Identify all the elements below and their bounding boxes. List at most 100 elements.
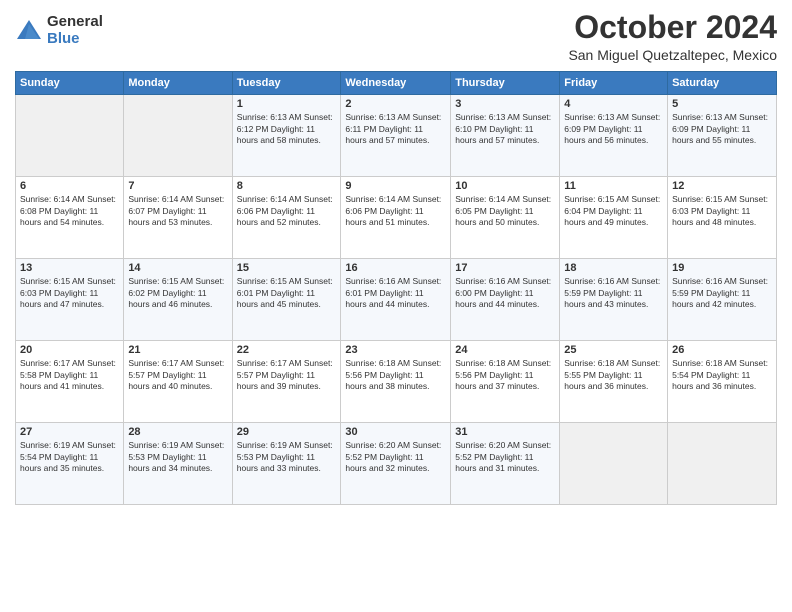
day-number: 4 [564,98,663,110]
header: General Blue October 2024 San Miguel Que… [15,10,777,63]
logo-text: General Blue [47,14,103,47]
day-info: Sunrise: 6:20 AM Sunset: 5:52 PM Dayligh… [345,440,446,474]
day-info: Sunrise: 6:18 AM Sunset: 5:56 PM Dayligh… [455,358,555,392]
day-info: Sunrise: 6:15 AM Sunset: 6:03 PM Dayligh… [20,276,119,310]
calendar-cell: 8 Sunrise: 6:14 AM Sunset: 6:06 PM Daylig… [232,177,341,259]
calendar-cell: 20 Sunrise: 6:17 AM Sunset: 5:58 PM Dayli… [16,341,124,423]
calendar-cell: 3 Sunrise: 6:13 AM Sunset: 6:10 PM Daylig… [451,95,560,177]
day-info: Sunrise: 6:14 AM Sunset: 6:06 PM Dayligh… [237,194,337,228]
calendar-cell: 19Sunrise: 6:16 AM Sunset: 5:59 PM Dayli… [668,259,777,341]
logo: General Blue [15,14,103,47]
day-info: Sunrise: 6:14 AM Sunset: 6:05 PM Dayligh… [455,194,555,228]
day-info: Sunrise: 6:17 AM Sunset: 5:58 PM Dayligh… [20,358,119,392]
day-info: Sunrise: 6:13 AM Sunset: 6:11 PM Dayligh… [345,112,446,146]
calendar-cell: 7 Sunrise: 6:14 AM Sunset: 6:07 PM Daylig… [124,177,232,259]
week-row-4: 20 Sunrise: 6:17 AM Sunset: 5:58 PM Dayli… [16,341,777,423]
day-number: 24 [455,344,555,356]
day-number: 1 [237,98,337,110]
day-number: 10 [455,180,555,192]
week-row-5: 27 Sunrise: 6:19 AM Sunset: 5:54 PM Dayli… [16,423,777,505]
calendar-cell: 16 Sunrise: 6:16 AM Sunset: 6:01 PM Dayli… [341,259,451,341]
calendar-cell [668,423,777,505]
calendar-cell: 28 Sunrise: 6:19 AM Sunset: 5:53 PM Dayli… [124,423,232,505]
calendar-cell: 5 Sunrise: 6:13 AM Sunset: 6:09 PM Daylig… [668,95,777,177]
col-tuesday: Tuesday [232,72,341,95]
day-info: Sunrise: 6:19 AM Sunset: 5:53 PM Dayligh… [128,440,227,474]
day-number: 12 [672,180,772,192]
calendar-cell: 24 Sunrise: 6:18 AM Sunset: 5:56 PM Dayli… [451,341,560,423]
day-number: 27 [20,426,119,438]
calendar-cell: 25 Sunrise: 6:18 AM Sunset: 5:55 PM Dayli… [560,341,668,423]
day-number: 5 [672,98,772,110]
calendar-cell: 2Sunrise: 6:13 AM Sunset: 6:11 PM Daylig… [341,95,451,177]
day-info: Sunrise: 6:15 AM Sunset: 6:03 PM Dayligh… [672,194,772,228]
calendar-cell: 23 Sunrise: 6:18 AM Sunset: 5:56 PM Dayli… [341,341,451,423]
day-number: 9 [345,180,446,192]
col-saturday: Saturday [668,72,777,95]
day-number: 7 [128,180,227,192]
week-row-3: 13 Sunrise: 6:15 AM Sunset: 6:03 PM Dayli… [16,259,777,341]
calendar-cell: 1 Sunrise: 6:13 AM Sunset: 6:12 PM Daylig… [232,95,341,177]
day-info: Sunrise: 6:19 AM Sunset: 5:54 PM Dayligh… [20,440,119,474]
calendar-cell: 14 Sunrise: 6:15 AM Sunset: 6:02 PM Dayli… [124,259,232,341]
calendar-cell: 9 Sunrise: 6:14 AM Sunset: 6:06 PM Daylig… [341,177,451,259]
calendar-cell: 13 Sunrise: 6:15 AM Sunset: 6:03 PM Dayli… [16,259,124,341]
header-row: Sunday Monday Tuesday Wednesday Thursday… [16,72,777,95]
calendar-header: Sunday Monday Tuesday Wednesday Thursday… [16,72,777,95]
day-info: Sunrise: 6:13 AM Sunset: 6:09 PM Dayligh… [672,112,772,146]
day-info: Sunrise: 6:14 AM Sunset: 6:08 PM Dayligh… [20,194,119,228]
logo-general: General [47,14,103,31]
day-info: Sunrise: 6:17 AM Sunset: 5:57 PM Dayligh… [128,358,227,392]
calendar-cell: 10 Sunrise: 6:14 AM Sunset: 6:05 PM Dayli… [451,177,560,259]
calendar-cell [560,423,668,505]
day-info: Sunrise: 6:13 AM Sunset: 6:10 PM Dayligh… [455,112,555,146]
col-thursday: Thursday [451,72,560,95]
day-number: 11 [564,180,663,192]
day-number: 8 [237,180,337,192]
day-number: 13 [20,262,119,274]
day-number: 21 [128,344,227,356]
day-info: Sunrise: 6:15 AM Sunset: 6:02 PM Dayligh… [128,276,227,310]
day-number: 28 [128,426,227,438]
day-info: Sunrise: 6:16 AM Sunset: 6:01 PM Dayligh… [345,276,446,310]
day-info: Sunrise: 6:18 AM Sunset: 5:55 PM Dayligh… [564,358,663,392]
day-info: Sunrise: 6:14 AM Sunset: 6:07 PM Dayligh… [128,194,227,228]
calendar-cell: 4Sunrise: 6:13 AM Sunset: 6:09 PM Daylig… [560,95,668,177]
calendar-cell: 12 Sunrise: 6:15 AM Sunset: 6:03 PM Dayli… [668,177,777,259]
logo-icon [15,17,43,45]
day-number: 18 [564,262,663,274]
calendar-cell [16,95,124,177]
day-number: 26 [672,344,772,356]
day-number: 25 [564,344,663,356]
day-number: 23 [345,344,446,356]
day-info: Sunrise: 6:14 AM Sunset: 6:06 PM Dayligh… [345,194,446,228]
calendar-cell: 22Sunrise: 6:17 AM Sunset: 5:57 PM Dayli… [232,341,341,423]
day-number: 17 [455,262,555,274]
day-number: 16 [345,262,446,274]
day-info: Sunrise: 6:18 AM Sunset: 5:56 PM Dayligh… [345,358,446,392]
col-sunday: Sunday [16,72,124,95]
calendar-cell: 15 Sunrise: 6:15 AM Sunset: 6:01 PM Dayli… [232,259,341,341]
day-info: Sunrise: 6:16 AM Sunset: 5:59 PM Dayligh… [564,276,663,310]
week-row-2: 6 Sunrise: 6:14 AM Sunset: 6:08 PM Daylig… [16,177,777,259]
col-monday: Monday [124,72,232,95]
day-info: Sunrise: 6:15 AM Sunset: 6:01 PM Dayligh… [237,276,337,310]
day-number: 6 [20,180,119,192]
day-number: 3 [455,98,555,110]
day-number: 15 [237,262,337,274]
calendar: Sunday Monday Tuesday Wednesday Thursday… [15,71,777,505]
day-info: Sunrise: 6:20 AM Sunset: 5:52 PM Dayligh… [455,440,555,474]
month-title: October 2024 [568,10,777,45]
day-number: 14 [128,262,227,274]
day-info: Sunrise: 6:13 AM Sunset: 6:12 PM Dayligh… [237,112,337,146]
calendar-cell: 18 Sunrise: 6:16 AM Sunset: 5:59 PM Dayli… [560,259,668,341]
calendar-cell [124,95,232,177]
calendar-cell: 31Sunrise: 6:20 AM Sunset: 5:52 PM Dayli… [451,423,560,505]
day-number: 20 [20,344,119,356]
calendar-cell: 29Sunrise: 6:19 AM Sunset: 5:53 PM Dayli… [232,423,341,505]
day-info: Sunrise: 6:16 AM Sunset: 6:00 PM Dayligh… [455,276,555,310]
page: General Blue October 2024 San Miguel Que… [0,0,792,612]
day-number: 29 [237,426,337,438]
calendar-cell: 30Sunrise: 6:20 AM Sunset: 5:52 PM Dayli… [341,423,451,505]
day-info: Sunrise: 6:16 AM Sunset: 5:59 PM Dayligh… [672,276,772,310]
